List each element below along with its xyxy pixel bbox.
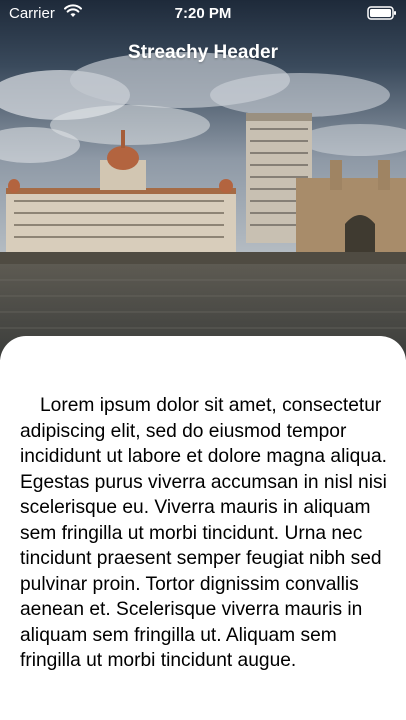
nav-title: Streachy Header [128,42,278,63]
status-bar: Carrier 7:20 PM [0,0,406,28]
clock: 7:20 PM [174,5,232,22]
battery-icon [367,6,397,24]
body-text: Lorem ipsum dolor sit amet, consectetur … [20,395,387,671]
